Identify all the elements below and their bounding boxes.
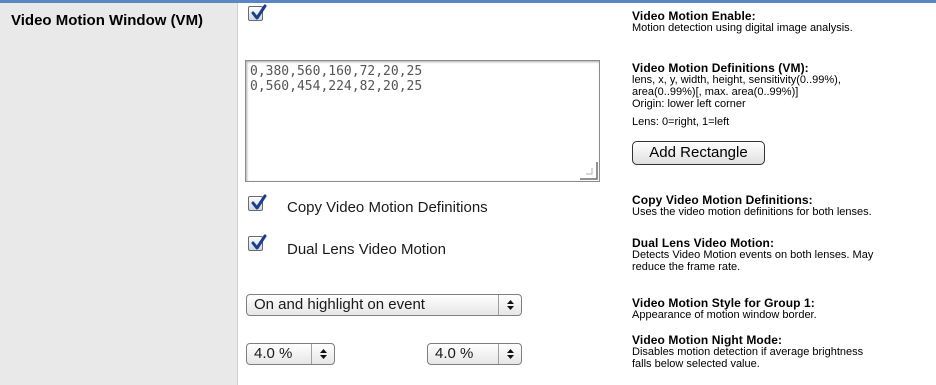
night-mode-right-value: 4.0 % [435,345,474,362]
video-motion-enable-checkbox[interactable] [248,4,267,21]
copy-definitions-label: Copy Video Motion Definitions [287,199,488,216]
settings-panel: Video Motion Window (VM) 0,380,560,160,7… [0,0,936,385]
copy-title: Copy Video Motion Definitions: [632,193,813,207]
checkmark-icon [251,4,267,20]
dual-lens-label: Dual Lens Video Motion [287,241,446,258]
dual-desc-2: reduce the frame rate. [632,261,741,273]
dual-title: Dual Lens Video Motion: [632,236,775,250]
night-description: Video Motion Night Mode: Disables motion… [632,334,932,370]
enable-title: Video Motion Enable: [632,9,756,23]
section-label-column: Video Motion Window (VM) [0,3,238,385]
definitions-desc-4: Lens: 0=right, 1=left [632,116,730,128]
motion-style-select[interactable]: On and highlight on event [246,294,522,316]
dual-desc-1: Detects Video Motion events on both lens… [632,249,874,261]
definitions-description: Video Motion Definitions (VM): lens, x, … [632,62,932,128]
dual-lens-checkbox[interactable] [248,234,267,251]
night-desc-1: Disables motion detection if average bri… [632,346,864,358]
select-arrows-icon [498,295,521,315]
checkmark-icon [251,234,267,250]
night-mode-select-left[interactable]: 4.0 % [246,343,335,365]
night-title: Video Motion Night Mode: [632,333,783,347]
style-desc: Appearance of motion window border. [632,309,817,321]
copy-description: Copy Video Motion Definitions: Uses the … [632,194,932,218]
night-mode-left-value: 4.0 % [254,345,293,362]
copy-desc: Uses the video motion definitions for bo… [632,206,872,218]
add-rectangle-button[interactable]: Add Rectangle [632,141,765,165]
definitions-title: Video Motion Definitions (VM): [632,61,809,75]
motion-style-value: On and highlight on event [254,296,425,313]
dual-description: Dual Lens Video Motion: Detects Video Mo… [632,237,932,273]
copy-definitions-checkbox[interactable] [248,194,267,211]
section-title: Video Motion Window (VM) [11,12,204,29]
style-title: Video Motion Style for Group 1: [632,296,815,310]
resize-grip-icon[interactable] [578,160,598,180]
definitions-desc-3: Origin: lower left corner [632,98,746,110]
select-arrows-icon [311,344,334,364]
enable-description: Video Motion Enable: Motion detection us… [632,10,932,34]
night-mode-select-right[interactable]: 4.0 % [427,343,522,365]
video-motion-definitions-textarea[interactable]: 0,380,560,160,72,20,25 0,560,454,224,82,… [245,60,600,182]
select-arrows-icon [498,344,521,364]
definitions-desc-1: lens, x, y, width, height, sensitivity(0… [632,74,841,86]
enable-desc: Motion detection using digital image ana… [632,22,853,34]
night-desc-2: falls below selected value. [632,358,760,370]
definitions-desc-2: area(0..99%)[, max. area(0..99%)] [632,86,799,98]
checkmark-icon [251,194,267,210]
style-description: Video Motion Style for Group 1: Appearan… [632,297,932,321]
